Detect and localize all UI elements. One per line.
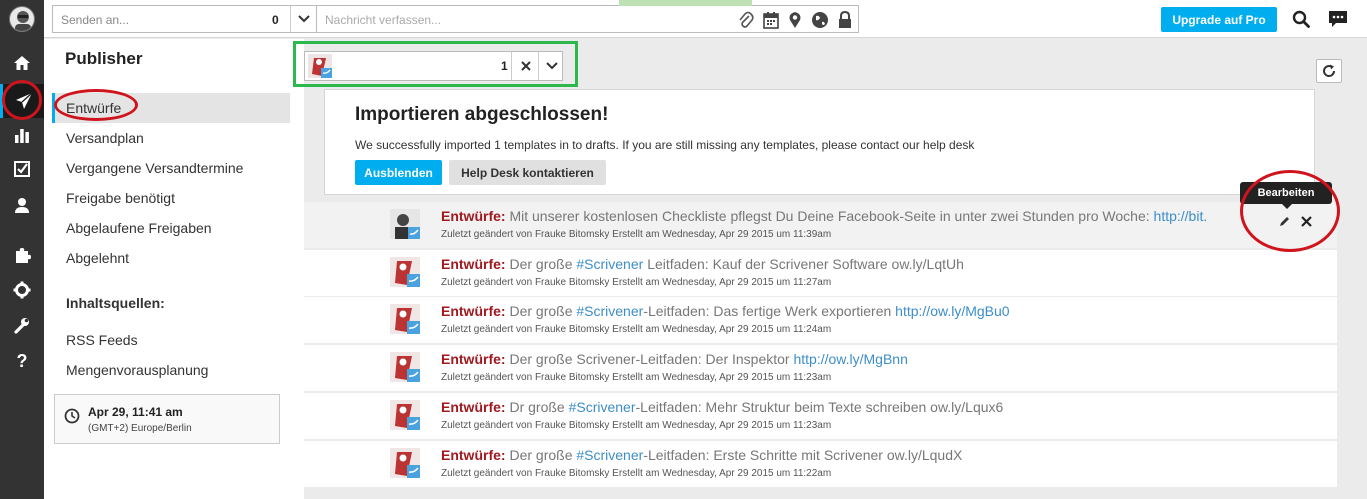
draft-text: -Leitfaden: Mehr Struktur beim Texte sch… xyxy=(635,399,1004,415)
nav-requires-approval[interactable]: Freigabe benötigt xyxy=(52,183,290,213)
draft-link[interactable]: http://bit. xyxy=(1154,208,1208,224)
nav-expired-approvals[interactable]: Abgelaufene Freigaben xyxy=(52,213,290,243)
top-bar: Senden an... 0 Nachricht verfassen... Up… xyxy=(44,0,1367,38)
draft-hashtag[interactable]: #Scrivener xyxy=(576,303,643,319)
draft-meta: Zuletzt geändert von Frauke Bitomsky Ers… xyxy=(441,468,832,479)
draft-meta: Zuletzt geändert von Frauke Bitomsky Ers… xyxy=(441,229,832,240)
icon-rail: ? xyxy=(0,0,44,499)
edit-tooltip: Bearbeiten xyxy=(1240,182,1332,209)
draft-text: Leitfaden: Kauf der Scrivener Software o… xyxy=(647,256,964,272)
help-icon[interactable]: ? xyxy=(0,344,44,378)
send-to-selector[interactable]: Senden an... 0 xyxy=(52,5,317,33)
clock-icon xyxy=(64,408,80,429)
calendar-icon[interactable] xyxy=(763,11,779,34)
draft-avatar xyxy=(390,257,420,287)
nav-rejected[interactable]: Abgelehnt xyxy=(52,243,290,273)
current-time: Apr 29, 11:41 am xyxy=(88,405,183,419)
wrench-icon[interactable] xyxy=(0,308,44,342)
import-notice: Importieren abgeschlossen! We successful… xyxy=(324,89,1315,195)
draft-link[interactable]: http://ow.ly/MgBnn xyxy=(793,351,907,367)
notification-strip xyxy=(619,0,752,6)
send-to-placeholder: Senden an... xyxy=(61,13,130,27)
draft-link[interactable]: http://ow.ly/MgBu0 xyxy=(895,303,1009,319)
help-desk-button[interactable]: Help Desk kontaktieren xyxy=(449,160,606,185)
draft-row[interactable]: Entwürfe: Der große Scrivener-Leitfaden:… xyxy=(304,345,1337,391)
gear-icon[interactable] xyxy=(0,273,44,307)
delete-icon[interactable] xyxy=(1301,214,1312,232)
user-icon[interactable] xyxy=(0,188,44,222)
nav-past-scheduled[interactable]: Vergangene Versandtermine xyxy=(52,153,290,183)
draft-hashtag[interactable]: #Scrivener xyxy=(576,447,643,463)
refresh-button[interactable] xyxy=(1316,59,1342,83)
draft-text: Der große xyxy=(509,447,573,463)
draft-row[interactable]: Entwürfe: Der große #Scrivener-Leitfaden… xyxy=(304,441,1337,487)
draft-label: Entwürfe: xyxy=(441,399,506,415)
draft-text: -Leitfaden: Erste Schritte mit Scrivener… xyxy=(643,447,963,463)
nav-rss-feeds[interactable]: RSS Feeds xyxy=(52,325,290,355)
chevron-down-icon[interactable] xyxy=(290,6,316,32)
paper-plane-icon[interactable] xyxy=(0,84,44,118)
timezone-box: Apr 29, 11:41 am (GMT+2) Europe/Berlin xyxy=(54,394,280,444)
draft-label: Entwürfe: xyxy=(441,447,506,463)
draft-meta: Zuletzt geändert von Frauke Bitomsky Ers… xyxy=(441,324,832,335)
nav-drafts[interactable]: Entwürfe xyxy=(52,93,290,123)
draft-text: Dr große xyxy=(509,399,565,415)
draft-text: -Leitfaden: Das fertige Werk exportieren xyxy=(643,303,892,319)
compose-placeholder: Nachricht verfassen... xyxy=(325,13,442,27)
chat-icon[interactable] xyxy=(1328,10,1348,33)
draft-label: Entwürfe: xyxy=(441,351,506,367)
puzzle-icon[interactable] xyxy=(0,238,44,272)
draft-text: Der große xyxy=(509,256,573,272)
publisher-sidebar: Publisher Entwürfe Versandplan Vergangen… xyxy=(44,39,304,499)
draft-text: Der große xyxy=(509,303,573,319)
page-title: Publisher xyxy=(65,49,143,68)
bar-chart-icon[interactable] xyxy=(0,118,44,152)
draft-avatar xyxy=(390,352,420,382)
pencil-icon[interactable] xyxy=(1279,214,1291,232)
content-sources-heading: Inhaltsquellen: xyxy=(66,295,165,311)
draft-avatar xyxy=(390,400,420,430)
home-icon[interactable] xyxy=(0,46,44,80)
location-pin-icon[interactable] xyxy=(788,11,802,34)
globe-icon[interactable] xyxy=(811,11,829,34)
checkbox-icon[interactable] xyxy=(0,152,44,186)
draft-label: Entwürfe: xyxy=(441,256,506,272)
draft-label: Entwürfe: xyxy=(441,208,506,224)
send-to-count: 0 xyxy=(272,13,279,27)
draft-label: Entwürfe: xyxy=(441,303,506,319)
import-title: Importieren abgeschlossen! xyxy=(355,104,609,125)
highlight-annotation xyxy=(293,41,578,87)
nav-schedule[interactable]: Versandplan xyxy=(52,123,290,153)
draft-text: Mit unserer kostenlosen Checkliste pfleg… xyxy=(509,208,1150,224)
hide-button[interactable]: Ausblenden xyxy=(355,160,442,185)
compose-input[interactable]: Nachricht verfassen... xyxy=(316,5,859,33)
draft-meta: Zuletzt geändert von Frauke Bitomsky Ers… xyxy=(441,372,832,383)
timezone-label: (GMT+2) Europe/Berlin xyxy=(88,423,192,434)
draft-meta: Zuletzt geändert von Frauke Bitomsky Ers… xyxy=(441,277,832,288)
upgrade-button[interactable]: Upgrade auf Pro xyxy=(1161,7,1277,32)
draft-hashtag[interactable]: #Scrivener xyxy=(569,399,636,415)
user-avatar[interactable] xyxy=(9,6,35,32)
draft-text: Der große Scrivener-Leitfaden: Der Inspe… xyxy=(509,351,790,367)
lock-icon[interactable] xyxy=(838,10,852,34)
search-icon[interactable] xyxy=(1292,10,1310,33)
paperclip-icon[interactable] xyxy=(738,11,754,34)
nav-bulk-scheduling[interactable]: Mengenvorausplanung xyxy=(52,355,290,385)
import-message: We successfully imported 1 templates in … xyxy=(355,138,975,152)
draft-avatar xyxy=(390,304,420,334)
draft-row[interactable]: Entwürfe: Mit unserer kostenlosen Checkl… xyxy=(304,202,1337,248)
draft-hashtag[interactable]: #Scrivener xyxy=(576,256,643,272)
draft-avatar xyxy=(390,209,420,239)
main-panel: 1 Importieren abgeschlossen! We successf… xyxy=(293,39,1367,499)
draft-row[interactable]: Entwürfe: Der große #Scrivener-Leitfaden… xyxy=(304,297,1337,343)
draft-meta: Zuletzt geändert von Frauke Bitomsky Ers… xyxy=(441,420,832,431)
draft-avatar xyxy=(390,448,420,478)
draft-row[interactable]: Entwürfe: Der große #Scrivener Leitfaden… xyxy=(304,250,1337,296)
draft-row[interactable]: Entwürfe: Dr große #Scrivener-Leitfaden:… xyxy=(304,393,1337,439)
